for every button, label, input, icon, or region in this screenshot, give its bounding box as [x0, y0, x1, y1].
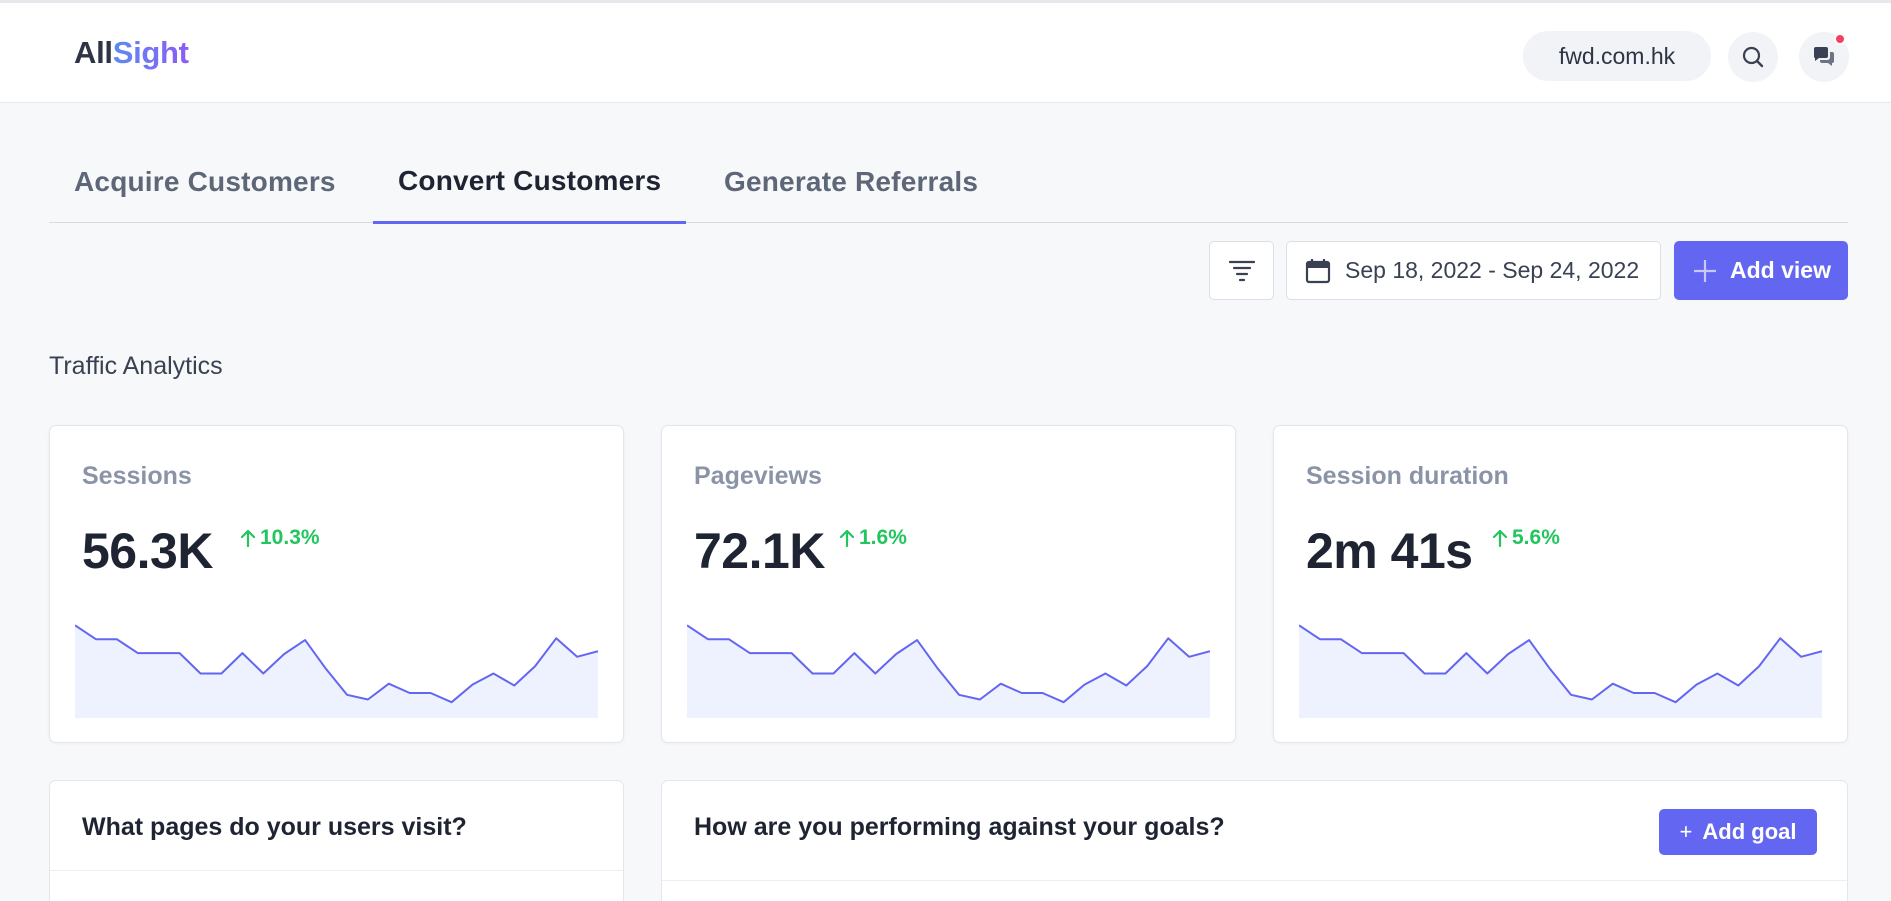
tab-generate-referrals[interactable]: Generate Referrals — [699, 140, 1003, 223]
panel-title: What pages do your users visit? — [82, 813, 467, 841]
notification-dot — [1834, 33, 1846, 45]
metric-delta: 10.3% — [240, 526, 320, 550]
chat-icon — [1814, 47, 1834, 66]
logo-text-all: All — [74, 35, 113, 70]
plus-icon: + — [1679, 819, 1693, 844]
metric-delta-value: 5.6% — [1512, 526, 1560, 549]
arrow-up-icon — [240, 529, 256, 547]
calendar-icon — [1305, 258, 1331, 283]
arrow-up-icon — [839, 529, 855, 547]
metric-label: Sessions — [82, 462, 192, 490]
add-view-label: Add view — [1730, 257, 1831, 283]
metric-label: Session duration — [1306, 462, 1509, 490]
domain-selector[interactable]: fwd.com.hk — [1523, 31, 1711, 81]
app-logo[interactable]: AllSight — [74, 35, 189, 71]
sparkline-chart — [1299, 624, 1822, 718]
panel-divider — [50, 870, 623, 871]
add-view-button[interactable]: Add view — [1674, 241, 1848, 300]
metric-card-session-duration[interactable]: Session duration 2m 41s 5.6% — [1273, 425, 1848, 743]
sparkline-area — [1299, 625, 1822, 718]
add-goal-label: Add goal — [1702, 819, 1797, 844]
metric-value: 72.1K — [694, 523, 825, 579]
logo-text-sight: Sight — [112, 35, 189, 70]
date-range-text: Sep 18, 2022 - Sep 24, 2022 — [1345, 257, 1640, 283]
panel-title: How are you performing against your goal… — [694, 813, 1225, 841]
pages-visited-panel: What pages do your users visit? — [49, 780, 624, 901]
metric-card-pageviews[interactable]: Pageviews 72.1K 1.6% — [661, 425, 1236, 743]
metric-card-sessions[interactable]: Sessions 56.3K 10.3% — [49, 425, 624, 743]
tab-convert-customers[interactable]: Convert Customers — [373, 140, 687, 224]
top-bar: AllSight fwd.com.hk — [0, 0, 1891, 103]
tab-bar: Acquire Customers Convert Customers Gene… — [49, 140, 1848, 224]
metric-delta-value: 1.6% — [859, 526, 907, 549]
section-title: Traffic Analytics — [49, 352, 223, 380]
metric-value: 56.3K — [82, 523, 213, 579]
sparkline-chart — [687, 624, 1210, 718]
goals-panel: How are you performing against your goal… — [661, 780, 1848, 901]
filter-button[interactable] — [1209, 241, 1274, 300]
search-button[interactable] — [1728, 32, 1778, 82]
sparkline-area — [75, 625, 598, 718]
filter-icon — [1228, 260, 1255, 281]
metric-value: 2m 41s — [1306, 523, 1473, 579]
sparkline-area — [687, 625, 1210, 718]
date-range-picker[interactable]: Sep 18, 2022 - Sep 24, 2022 — [1286, 241, 1661, 300]
sparkline-chart — [75, 624, 598, 718]
tab-acquire-customers[interactable]: Acquire Customers — [49, 140, 361, 223]
search-icon — [1742, 46, 1764, 68]
metric-delta-value: 10.3% — [260, 526, 320, 549]
add-goal-button[interactable]: + Add goal — [1659, 809, 1817, 855]
metric-label: Pageviews — [694, 462, 822, 490]
plus-icon — [1694, 259, 1716, 282]
panel-divider — [662, 880, 1847, 881]
arrow-up-icon — [1492, 529, 1508, 547]
metric-delta: 5.6% — [1492, 526, 1560, 550]
metric-delta: 1.6% — [839, 526, 907, 550]
